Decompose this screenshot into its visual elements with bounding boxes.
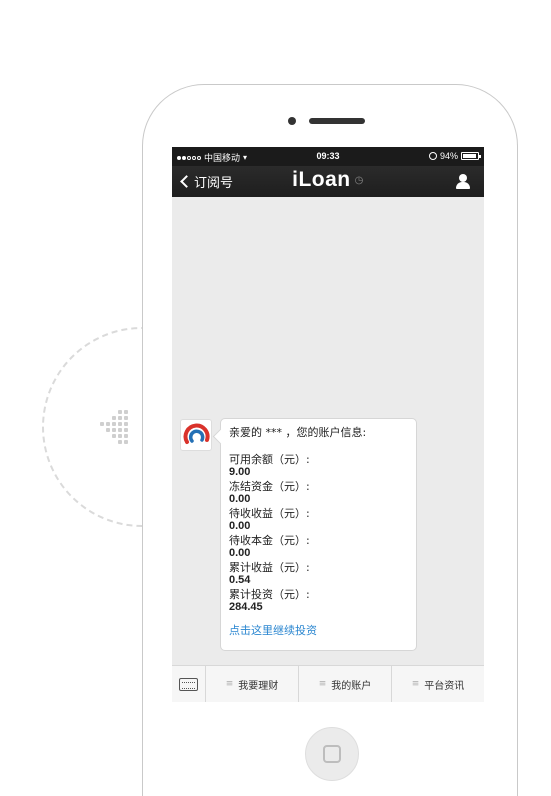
deco-dot xyxy=(118,410,122,414)
menu-item-platform-news[interactable]: ≡ 平台资讯 xyxy=(392,666,484,702)
home-button[interactable] xyxy=(305,727,359,781)
menu-lines-icon: ≡ xyxy=(318,679,327,689)
info-row: 冻结资金（元）: 0.00 xyxy=(229,480,408,507)
deco-dot xyxy=(112,416,116,420)
deco-dot xyxy=(118,416,122,420)
deco-dot xyxy=(118,434,122,438)
account-info-message: 亲爱的 *** ，您的账户信息: 可用余额（元）: 9.00 冻结资金（元）: … xyxy=(220,418,417,651)
keyboard-icon xyxy=(179,677,198,691)
camera-dot xyxy=(288,117,296,125)
deco-dot xyxy=(118,440,122,444)
info-value: 0.54 xyxy=(229,574,251,586)
battery-percent: 94% xyxy=(439,151,458,161)
deco-dot xyxy=(124,428,128,432)
deco-dot xyxy=(106,422,110,426)
info-row: 待收本金（元）: 0.00 xyxy=(229,534,408,561)
menu-item-my-account[interactable]: ≡ 我的账户 xyxy=(299,666,392,702)
deco-dot xyxy=(118,428,122,432)
decorative-dots xyxy=(100,410,136,446)
deco-dot xyxy=(124,440,128,444)
deco-dot xyxy=(106,428,110,432)
menu-item-label: 我要理财 xyxy=(238,680,279,692)
iloan-logo-icon xyxy=(183,423,210,444)
deco-dot xyxy=(100,422,104,426)
message-greeting: 亲爱的 *** ，您的账户信息: xyxy=(229,426,367,439)
info-label: 累计投资（元）: xyxy=(229,587,310,601)
deco-dot xyxy=(118,422,122,426)
info-label: 待收收益（元）: xyxy=(229,506,310,520)
menu-lines-icon: ≡ xyxy=(225,679,234,689)
menu-item-invest[interactable]: ≡ 我要理财 xyxy=(206,666,299,702)
info-label: 待收本金（元）: xyxy=(229,533,310,547)
nav-bar: 订阅号 iLoan ◷ xyxy=(172,166,484,197)
menu-item-label: 我的账户 xyxy=(331,680,372,692)
info-row: 累计收益（元）: 0.54 xyxy=(229,561,408,588)
info-label: 可用余额（元）: xyxy=(229,452,310,466)
info-row: 可用余额（元）: 9.00 xyxy=(229,453,408,480)
avatar[interactable] xyxy=(180,419,212,451)
info-value: 0.00 xyxy=(229,493,251,505)
square-icon xyxy=(323,745,341,763)
deco-dot xyxy=(112,434,116,438)
battery-icon xyxy=(461,152,481,160)
app-logo-text: iLoan xyxy=(292,168,351,191)
battery-fill xyxy=(463,154,477,158)
profile-icon[interactable] xyxy=(455,174,471,190)
info-row: 累计投资（元）: 284.45 xyxy=(229,588,408,615)
rotation-lock-icon xyxy=(428,152,437,160)
ear-icon: ◷ xyxy=(354,174,364,186)
info-value: 0.00 xyxy=(229,520,251,532)
menu-item-label: 平台资讯 xyxy=(424,680,465,692)
deco-dot xyxy=(112,428,116,432)
info-label: 冻结资金（元）: xyxy=(229,479,310,493)
menu-lines-icon: ≡ xyxy=(411,679,420,689)
bottom-menu-bar: ≡ 我要理财 ≡ 我的账户 ≡ 平台资讯 xyxy=(172,665,484,702)
phone-screen: 中国移动 ▾ 09:33 94% 订阅号 iLoan ◷ 亲爱的 *** ，您的账… xyxy=(172,147,484,702)
speaker-slot xyxy=(309,118,365,124)
status-right: 94% xyxy=(428,151,481,161)
continue-investing-link[interactable]: 点击这里继续投资 xyxy=(229,624,408,638)
info-label: 累计收益（元）: xyxy=(229,560,310,574)
keyboard-toggle-button[interactable] xyxy=(172,666,206,702)
info-value: 284.45 xyxy=(229,601,263,613)
nav-title: iLoan ◷ xyxy=(172,168,484,192)
deco-dot xyxy=(112,422,116,426)
deco-dot xyxy=(124,410,128,414)
deco-dot xyxy=(124,416,128,420)
deco-dot xyxy=(124,434,128,438)
status-bar: 中国移动 ▾ 09:33 94% xyxy=(172,147,484,166)
deco-dot xyxy=(124,422,128,426)
info-row: 待收收益（元）: 0.00 xyxy=(229,507,408,534)
info-value: 9.00 xyxy=(229,466,251,478)
info-value: 0.00 xyxy=(229,547,251,559)
